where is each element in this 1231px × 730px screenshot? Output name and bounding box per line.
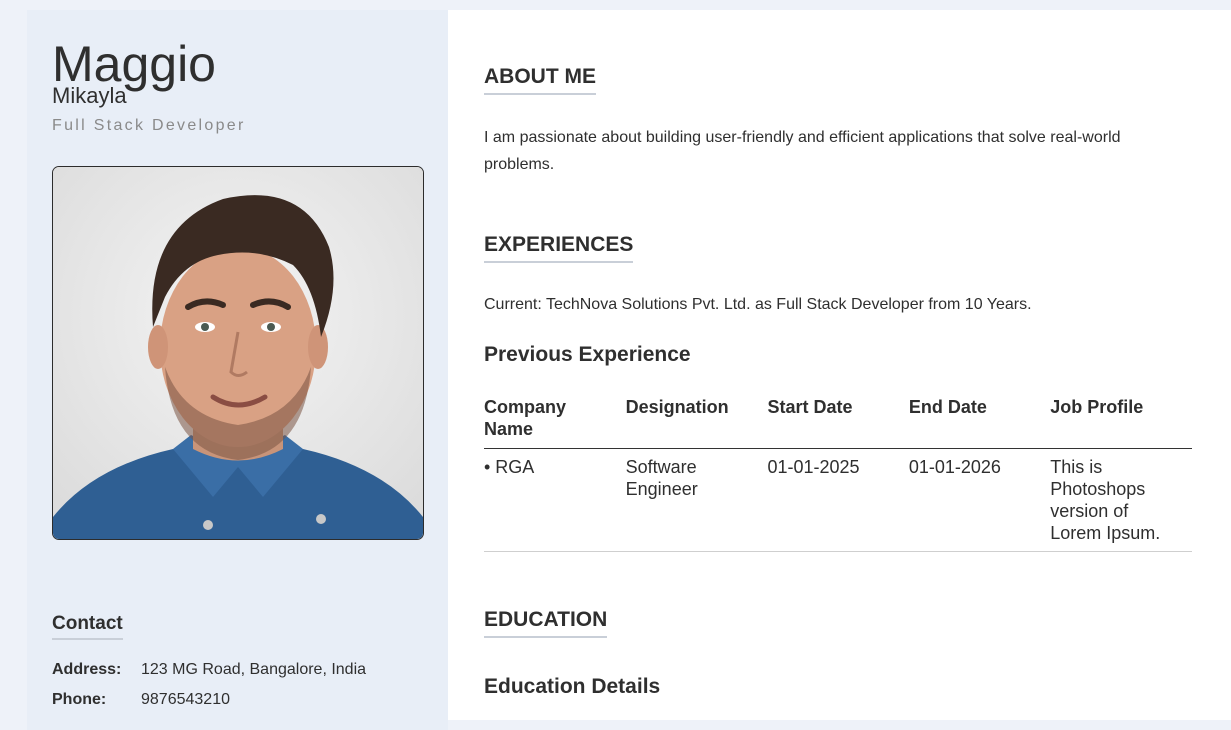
contact-phone-row: Phone: 9876543210 [52,691,230,709]
profile-first-name: Mikayla [52,83,127,108]
about-heading: ABOUT ME [484,65,596,95]
column-header: Company Name [484,396,626,449]
table-cell: This is Photoshops version of Lorem Ipsu… [1050,448,1192,552]
profile-sidebar: Maggio Mikayla Full Stack Developer Cont… [27,10,448,730]
previous-experience-heading: Previous Experience [484,343,691,366]
address-label: Address: [52,661,122,678]
column-header: End Date [908,396,1051,449]
phone-label: Phone: [52,691,107,708]
column-header: Start Date [767,396,909,449]
table-cell: 01-01-2025 [767,448,909,552]
table-header-row: Company Name Designation Start Date End … [484,396,1192,449]
address-value: 123 MG Road, Bangalore, India [141,661,367,678]
table-cell: • RGA [484,448,626,552]
contact-address-row: Address: 123 MG Road, Bangalore, India [52,661,366,679]
education-heading: EDUCATION [484,608,608,638]
table-row: • RGA Software Engineer 01-01-2025 01-01… [484,448,1192,552]
profile-job-title: Full Stack Developer [52,117,246,134]
profile-photo [52,166,424,540]
about-text: I am passionate about building user-frie… [484,129,1121,173]
table-cell: Software Engineer [625,448,768,552]
experiences-heading: EXPERIENCES [484,233,634,263]
table-cell: 01-01-2026 [908,448,1051,552]
education-details-heading: Education Details [484,675,661,698]
column-header: Designation [625,396,768,449]
phone-value: 9876543210 [141,691,230,708]
profile-last-name: Maggio [52,36,216,92]
resume-main: ABOUT ME I am passionate about building … [448,10,1231,720]
contact-heading: Contact [52,613,123,640]
profile-photo-illustration [53,167,423,539]
current-experience: Current: TechNova Solutions Pvt. Ltd. as… [484,296,1032,313]
column-header: Job Profile [1050,396,1192,449]
experience-table: Company Name Designation Start Date End … [484,396,1192,552]
